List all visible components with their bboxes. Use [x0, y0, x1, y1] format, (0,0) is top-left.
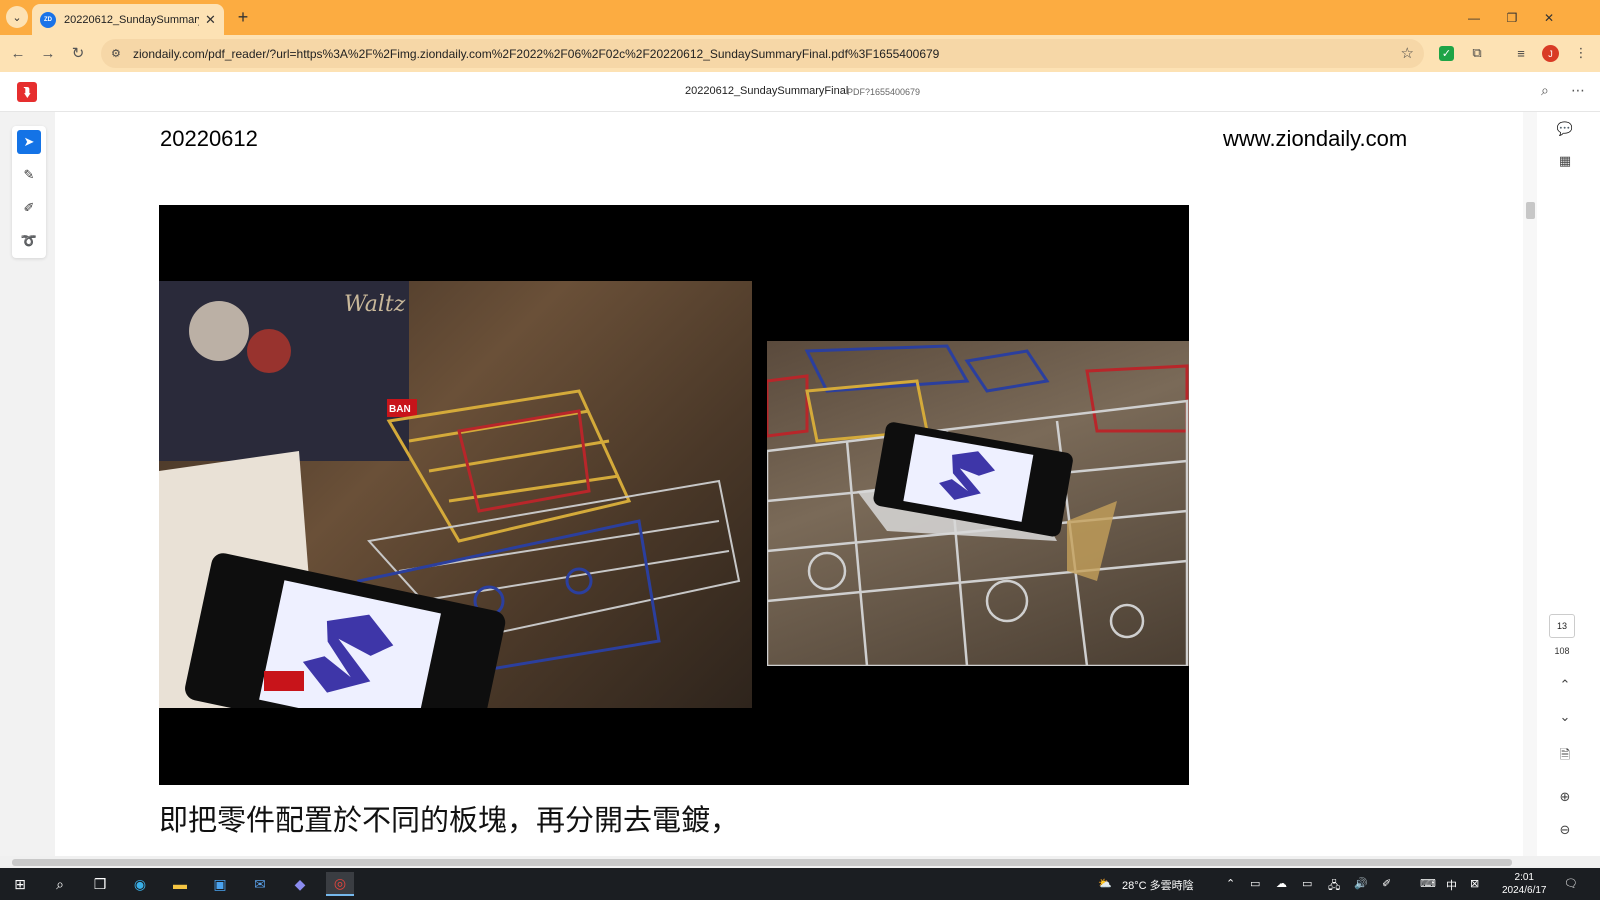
draw-tool-button[interactable]: ✐ — [17, 196, 41, 220]
pen-icon: ✐ — [23, 200, 35, 215]
plated-runner-illustration: Waltz BAN — [159, 281, 741, 708]
page-date: 20220612 — [160, 126, 258, 151]
comments-icon[interactable]: 💬 — [1554, 118, 1576, 140]
gunpla-photo: Waltz BAN — [159, 205, 1189, 785]
page-caption: 即把零件配置於不同的板塊，再分開去電鍍， — [159, 803, 740, 837]
new-tab-button[interactable]: + — [232, 6, 254, 28]
document-title: 20220612_SundaySummaryFinal — [685, 85, 849, 97]
minimize-button[interactable]: — — [1455, 0, 1493, 35]
plated-runner-illustration-2 — [767, 344, 1189, 666]
horizontal-scroll-thumb[interactable] — [12, 859, 1512, 866]
back-button[interactable]: ← — [7, 42, 29, 64]
address-bar[interactable]: ⚙ ziondaily.com/pdf_reader/?url=https%3A… — [101, 39, 1424, 68]
media-control-icon[interactable]: ≡ — [1512, 44, 1530, 62]
horizontal-scrollbar[interactable] — [0, 856, 1600, 868]
vertical-scroll-thumb[interactable] — [1526, 202, 1535, 219]
chevron-up-icon[interactable]: ⌃ — [1554, 674, 1576, 696]
url-text[interactable]: ziondaily.com/pdf_reader/?url=https%3A%2… — [133, 47, 1383, 61]
arrow-left-icon: ← — [10, 44, 26, 62]
chrome-taskbar-icon[interactable]: ◎ — [326, 872, 354, 896]
file-explorer-icon[interactable]: ▬ — [166, 872, 194, 896]
restore-button[interactable]: ❐ — [1493, 0, 1531, 35]
select-tool-button[interactable]: ➤ — [17, 130, 41, 154]
more-vert-icon[interactable]: ⋮ — [1572, 44, 1590, 62]
bandai-logo: BAN — [389, 404, 411, 415]
total-pages: 108 — [1554, 646, 1570, 656]
grid-view-icon[interactable]: ▦ — [1554, 150, 1576, 172]
site-info-icon[interactable]: ⚙ — [111, 47, 127, 60]
onedrive-cloud-icon[interactable]: ☁ — [1276, 877, 1287, 890]
app-icon[interactable]: ◆ — [286, 872, 314, 896]
zoom-out-icon[interactable]: ⊖ — [1554, 819, 1576, 841]
arrow-right-icon: → — [40, 44, 56, 62]
clock[interactable]: 2:01 2024/6/17 — [1502, 871, 1547, 897]
box-art-title: Waltz — [344, 292, 406, 317]
weather-widget[interactable]: ⛅ — [1098, 877, 1112, 890]
favicon-icon: ZD — [40, 11, 56, 28]
bookmark-star-icon[interactable]: ☆ — [1401, 44, 1414, 62]
battery-icon[interactable]: ▭ — [1302, 877, 1312, 890]
ime-mode-icon[interactable]: ⊠ — [1470, 877, 1479, 890]
volume-icon[interactable]: 🔊 — [1354, 877, 1368, 890]
right-tool-rail: 💬 ▦ 13 108 ⌃ ⌄ 🗎 ⊕ ⊖ — [1537, 112, 1600, 856]
close-icon: ✕ — [1543, 10, 1555, 25]
notification-icon[interactable]: 🗨 — [1564, 877, 1578, 890]
photo-left-runners: Waltz BAN — [159, 281, 752, 708]
pdf-viewer-area: ➤ ✎ ✐ ➰ 20220612 www.ziondaily.com Waltz… — [0, 112, 1600, 856]
restore-icon: ❐ — [1506, 10, 1518, 25]
tray-meet-icon[interactable]: ▭ — [1250, 877, 1260, 890]
browser-tab[interactable]: ZD 20220612_SundaySummaryF ✕ — [32, 4, 224, 35]
search-icon[interactable]: ⌕ — [46, 872, 74, 896]
close-icon[interactable]: ✕ — [205, 12, 216, 28]
mail-icon[interactable]: ✉ — [246, 872, 274, 896]
ime-indicator[interactable]: 中 — [1446, 877, 1457, 893]
document-subtitle: PDF?1655400679 — [847, 87, 921, 97]
pen-tray-icon[interactable]: ✐ — [1382, 877, 1391, 890]
annotation-toolbar: ➤ ✎ ✐ ➰ — [12, 126, 46, 258]
start-windows-icon[interactable]: ⊞ — [6, 872, 34, 896]
store-icon[interactable]: ▣ — [206, 872, 234, 896]
lasso-tool-button[interactable]: ➰ — [17, 229, 41, 253]
tab-title: 20220612_SundaySummaryF — [64, 13, 199, 26]
tray-chevron-up-icon[interactable]: ⌃ — [1226, 877, 1235, 890]
profile-avatar[interactable]: J — [1542, 45, 1559, 62]
extension-check-icon[interactable]: ✓ — [1439, 46, 1454, 61]
clock-time: 2:01 — [1514, 872, 1534, 883]
chevron-down-icon: ⌄ — [12, 11, 22, 24]
network-icon[interactable]: 🖧 — [1328, 877, 1340, 896]
tab-search-button[interactable]: ⌄ — [6, 6, 28, 28]
plus-icon: + — [237, 6, 249, 27]
current-page-input[interactable]: 13 — [1549, 614, 1575, 638]
windows-taskbar: ⊞ ⌕ ❒ ◉ ▬ ▣ ✉ ◆ ◎ ⛅ 28°C 多雲時陰 ⌃ ▭ ☁ ▭ 🖧 … — [0, 868, 1600, 900]
forward-button[interactable]: → — [37, 42, 59, 64]
zoom-in-icon[interactable]: ⊕ — [1554, 786, 1576, 808]
reload-icon: ↻ — [71, 45, 85, 62]
browser-toolbar: ← → ↻ ⚙ ziondaily.com/pdf_reader/?url=ht… — [0, 35, 1600, 72]
pdf-header: ⮯ 20220612_SundaySummaryFinal PDF?165540… — [0, 72, 1600, 112]
keyboard-icon[interactable]: ⌨ — [1420, 877, 1436, 890]
page-site-url: www.ziondaily.com — [1223, 126, 1408, 151]
reload-button[interactable]: ↻ — [67, 42, 89, 64]
edge-browser-icon[interactable]: ◉ — [126, 872, 154, 896]
task-view-icon[interactable]: ❒ — [86, 872, 114, 896]
extensions-puzzle-icon[interactable]: ⧉ — [1468, 44, 1486, 62]
more-horiz-icon[interactable]: ⋯ — [1571, 82, 1585, 99]
minimize-icon: — — [1468, 10, 1480, 25]
document-save-icon[interactable]: 🗎 — [1554, 746, 1576, 768]
comment-tool-button[interactable]: ✎ — [17, 163, 41, 187]
photo-right-runners — [767, 341, 1189, 666]
cursor-arrow-icon: ➤ — [23, 134, 35, 149]
comment-add-icon: ✎ — [23, 167, 35, 182]
pdf-page: 20220612 www.ziondaily.com Waltz BAN 即把零… — [55, 112, 1523, 856]
tab-strip: ⌄ ZD 20220612_SundaySummaryF ✕ + — ❐ ✕ — [0, 0, 1600, 35]
vertical-scrollbar[interactable] — [1523, 112, 1537, 856]
lasso-icon: ➰ — [20, 233, 38, 248]
chevron-down-icon[interactable]: ⌄ — [1554, 706, 1576, 728]
search-icon[interactable]: ⌕ — [1541, 82, 1549, 99]
acrobat-logo-icon: ⮯ — [17, 82, 37, 102]
close-window-button[interactable]: ✕ — [1530, 0, 1568, 35]
weather-text[interactable]: 28°C 多雲時陰 — [1122, 877, 1194, 893]
clock-date: 2024/6/17 — [1502, 885, 1547, 896]
